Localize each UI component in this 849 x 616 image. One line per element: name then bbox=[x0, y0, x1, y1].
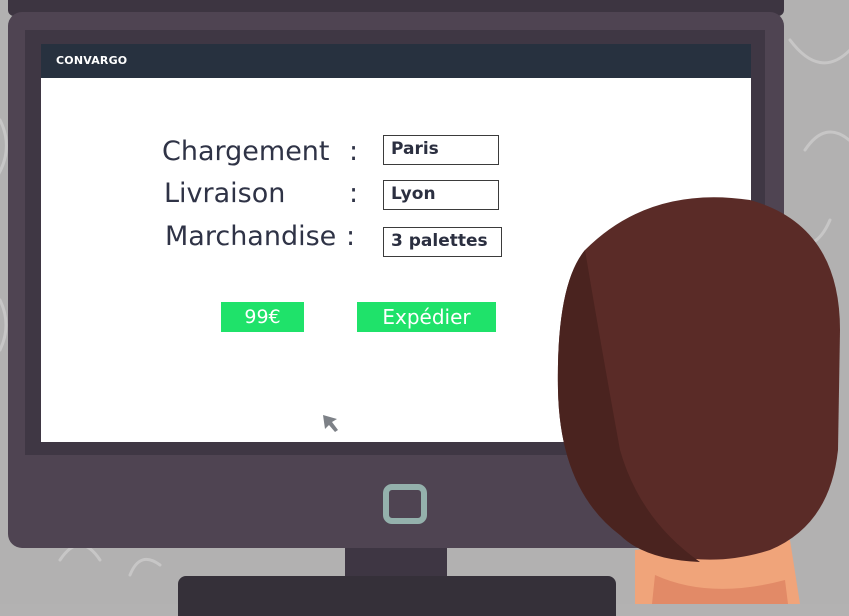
loading-field[interactable]: Paris bbox=[383, 135, 499, 165]
loading-label: Chargement bbox=[162, 136, 330, 167]
delivery-label: Livraison bbox=[164, 178, 286, 209]
mouse-pointer-icon bbox=[323, 415, 338, 432]
monitor-stand-neck bbox=[345, 548, 447, 578]
power-button-icon[interactable] bbox=[383, 484, 427, 524]
app-header: CONVARGO bbox=[41, 44, 751, 78]
goods-field[interactable]: 3 palettes bbox=[383, 227, 502, 257]
ship-button[interactable]: Expédier bbox=[357, 302, 496, 332]
goods-colon: : bbox=[346, 221, 356, 252]
price-badge: 99€ bbox=[221, 302, 304, 332]
delivery-colon: : bbox=[349, 178, 359, 209]
app-title: CONVARGO bbox=[56, 54, 128, 67]
person-head-illustration bbox=[557, 197, 840, 604]
goods-label: Marchandise bbox=[165, 221, 337, 252]
delivery-field[interactable]: Lyon bbox=[383, 180, 499, 210]
loading-colon: : bbox=[349, 136, 359, 167]
